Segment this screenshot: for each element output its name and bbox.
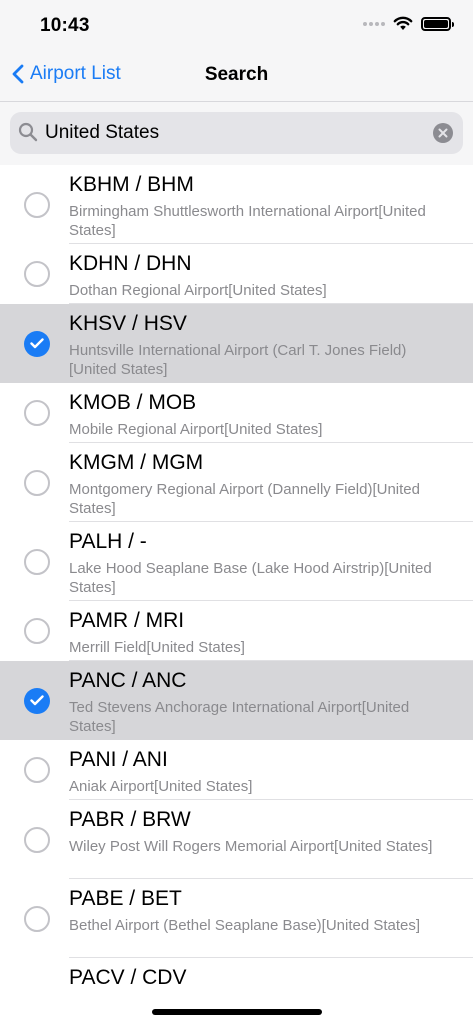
airport-code: KBHM / BHM xyxy=(69,173,194,196)
airport-row[interactable]: KBHM / BHM Birmingham Shuttlesworth Inter… xyxy=(0,165,473,244)
airport-description: Ted Stevens Anchorage International Airp… xyxy=(69,699,410,735)
empty-circle-icon[interactable] xyxy=(24,826,50,853)
airport-description: Dothan Regional Airport[United States] xyxy=(69,282,327,299)
airport-row[interactable]: PALH / - Lake Hood Seaplane Base (Lake Ho… xyxy=(0,522,473,601)
airport-row[interactable]: KHSV / HSV Huntsville International Airpo… xyxy=(0,304,473,383)
cellular-signal-icon xyxy=(363,21,385,26)
airport-code: PACV / CDV xyxy=(69,966,187,985)
airport-description: Lake Hood Seaplane Base (Lake Hood Airst… xyxy=(69,560,432,596)
clear-search-button[interactable] xyxy=(433,123,453,143)
airport-row[interactable]: PANI / ANI Aniak Airport[United States] xyxy=(0,740,473,800)
navigation-bar: Airport List Search xyxy=(0,50,473,102)
airport-list: KBHM / BHM Birmingham Shuttlesworth Inter… xyxy=(0,165,473,985)
checkmark-circle-icon[interactable] xyxy=(24,687,50,714)
airport-row[interactable]: KMOB / MOB Mobile Regional Airport[United… xyxy=(0,383,473,443)
airport-code: KDHN / DHN xyxy=(69,252,192,275)
wifi-icon xyxy=(393,16,413,30)
airport-row[interactable]: PABR / BRW Wiley Post Will Rogers Memoria… xyxy=(0,800,473,879)
airport-code: PAMR / MRI xyxy=(69,609,185,632)
airport-description: Mobile Regional Airport[United States] xyxy=(69,421,323,438)
page-title: Search xyxy=(204,64,269,85)
airport-description: Merrill Field[United States] xyxy=(69,639,245,656)
checkmark-circle-icon[interactable] xyxy=(24,330,50,357)
airport-row[interactable]: PAMR / MRI Merrill Field[United States] xyxy=(0,601,473,661)
airport-row[interactable]: KMGM / MGM Montgomery Regional Airport (D… xyxy=(0,443,473,522)
status-icons xyxy=(363,16,454,31)
empty-circle-icon[interactable] xyxy=(24,548,50,575)
close-icon xyxy=(438,128,448,138)
airport-row[interactable]: PACV / CDV xyxy=(0,958,473,985)
search-area xyxy=(0,102,473,165)
airport-description: Aniak Airport[United States] xyxy=(69,778,253,795)
airport-description: Bethel Airport (Bethel Seaplane Base)[Un… xyxy=(69,917,421,934)
airport-code: KHSV / HSV xyxy=(69,312,187,335)
search-input[interactable] xyxy=(45,118,425,148)
home-indicator[interactable] xyxy=(152,1009,322,1015)
airport-row[interactable]: PABE / BET Bethel Airport (Bethel Seaplan… xyxy=(0,879,473,958)
airport-code: KMGM / MGM xyxy=(69,451,204,474)
airport-code: PANC / ANC xyxy=(69,669,187,692)
empty-circle-icon[interactable] xyxy=(24,905,50,932)
home-area xyxy=(0,985,473,1024)
empty-circle-icon[interactable] xyxy=(24,400,50,426)
empty-circle-icon[interactable] xyxy=(24,261,50,287)
airport-description: Wiley Post Will Rogers Memorial Airport[… xyxy=(69,838,433,855)
status-time: 10:43 xyxy=(40,15,90,36)
airport-description: Birmingham Shuttlesworth International A… xyxy=(69,203,426,239)
empty-circle-icon[interactable] xyxy=(24,757,50,783)
empty-circle-icon[interactable] xyxy=(24,191,50,218)
search-bar[interactable] xyxy=(10,112,463,154)
airport-code: PABR / BRW xyxy=(69,808,191,831)
status-bar: 10:43 xyxy=(0,0,473,50)
airport-code: KMOB / MOB xyxy=(69,391,197,414)
airport-row[interactable]: KDHN / DHN Dothan Regional Airport[United… xyxy=(0,244,473,304)
empty-circle-icon[interactable] xyxy=(24,618,50,644)
airport-description: Huntsville International Airport (Carl T… xyxy=(69,342,407,378)
airport-code: PANI / ANI xyxy=(69,748,168,771)
airport-code: PABE / BET xyxy=(69,887,182,910)
airport-code: PALH / - xyxy=(69,530,147,553)
empty-circle-icon[interactable] xyxy=(24,469,50,496)
airport-row[interactable]: PANC / ANC Ted Stevens Anchorage Internat… xyxy=(0,661,473,740)
search-icon xyxy=(18,122,38,142)
airport-description: Montgomery Regional Airport (Dannelly Fi… xyxy=(69,481,420,517)
battery-icon xyxy=(421,16,454,31)
